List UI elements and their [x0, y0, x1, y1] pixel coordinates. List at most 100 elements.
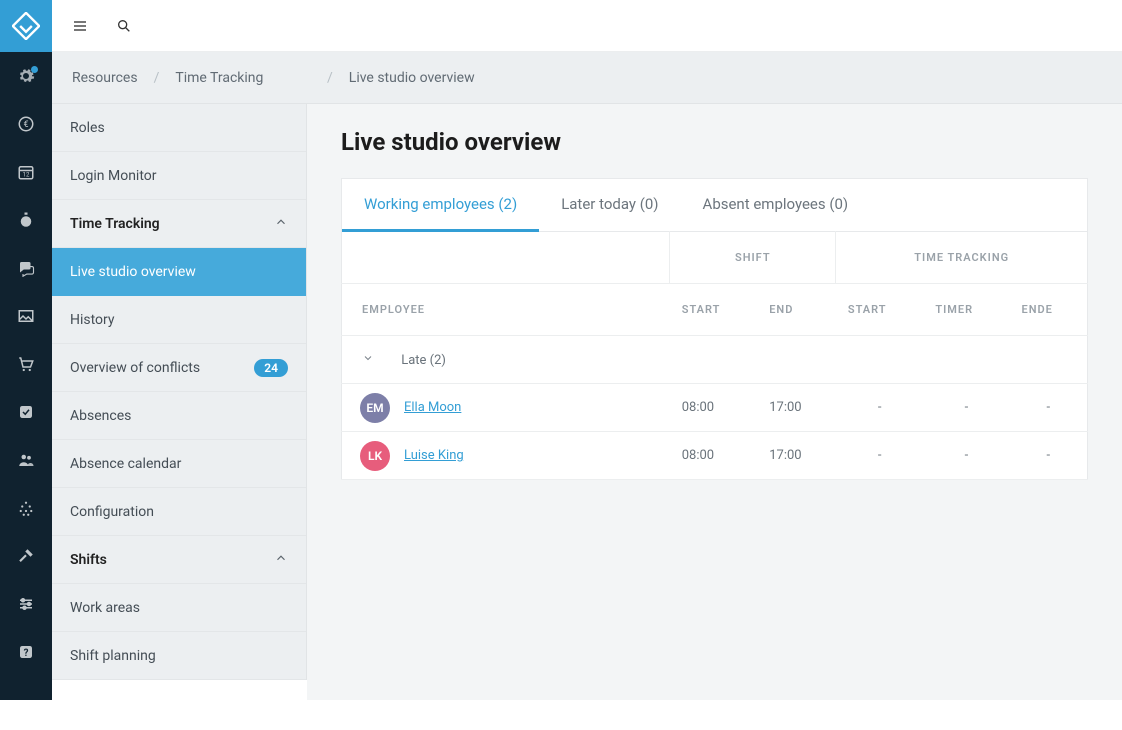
search-icon	[116, 18, 132, 34]
sidebar-item-label: Overview of conflicts	[70, 360, 200, 376]
col-shift-end: END	[757, 284, 836, 336]
cell-track-end: -	[1010, 384, 1088, 432]
tab-absent-employees-[interactable]: Absent employees (0)	[681, 179, 871, 231]
rail-item-calendar[interactable]: 12	[0, 148, 52, 196]
rail-item-network[interactable]	[0, 484, 52, 532]
sidebar-item-label: Absences	[70, 408, 131, 424]
rail-item-check[interactable]	[0, 388, 52, 436]
cell-track-end: -	[1010, 432, 1088, 480]
stopwatch-icon	[17, 211, 35, 229]
sidebar-item-roles[interactable]: Roles	[52, 104, 306, 152]
avatar: EM	[360, 393, 390, 423]
sidebar-item-login-monitor[interactable]: Login Monitor	[52, 152, 306, 200]
check-square-icon	[17, 403, 35, 421]
cell-track-timer: -	[923, 384, 1009, 432]
col-group-shift: SHIFT	[670, 232, 836, 284]
sidebar-item-shift-planning[interactable]: Shift planning	[52, 632, 306, 680]
col-group-tracking: TIME TRACKING	[836, 232, 1088, 284]
breadcrumb-current: Live studio overview	[349, 70, 475, 86]
gavel-icon	[17, 547, 35, 565]
cell-shift-start: 08:00	[670, 384, 757, 432]
sidebar-item-label: Shift planning	[70, 648, 156, 664]
rail-item-stopwatch[interactable]	[0, 196, 52, 244]
sidebar-item-label: Live studio overview	[70, 264, 196, 280]
rail-item-euro[interactable]: €	[0, 100, 52, 148]
sidebar-item-label: History	[70, 312, 115, 328]
sidebar: Roles Login Monitor Time Tracking Live stud…	[52, 104, 307, 680]
sidebar-item-label: Roles	[70, 120, 105, 136]
hamburger-icon	[72, 18, 88, 34]
rail-item-cart[interactable]	[0, 340, 52, 388]
breadcrumb-sep: /	[154, 70, 160, 86]
sidebar-item-label: Configuration	[70, 504, 154, 520]
chevron-up-icon	[274, 551, 288, 569]
table-row: LKLuise King08:0017:00---	[342, 432, 1088, 480]
employee-table: SHIFT TIME TRACKING EMPLOYEE START END S…	[341, 231, 1088, 480]
calendar-icon: 12	[17, 163, 35, 181]
tab-later-today-[interactable]: Later today (0)	[539, 179, 680, 231]
chevron-down-icon	[362, 352, 374, 368]
sidebar-item-history[interactable]: History	[52, 296, 306, 344]
cell-shift-start: 08:00	[670, 432, 757, 480]
chat-icon	[17, 259, 35, 277]
rail-item-image[interactable]	[0, 292, 52, 340]
breadcrumb-left: Resources / Time Tracking	[52, 52, 307, 104]
sidebar-item-label: Work areas	[70, 600, 140, 616]
tab-working-employees-[interactable]: Working employees (2)	[342, 179, 539, 232]
cell-shift-end: 17:00	[757, 384, 836, 432]
notification-dot	[31, 66, 38, 73]
menu-toggle-button[interactable]	[72, 18, 88, 34]
section-label: Late (2)	[401, 353, 446, 368]
page-title: Live studio overview	[341, 128, 1088, 156]
logo-diamond-icon	[12, 12, 40, 40]
sidebar-item-configuration[interactable]: Configuration	[52, 488, 306, 536]
breadcrumb-sep: /	[327, 70, 333, 86]
sidebar-item-time-tracking[interactable]: Time Tracking	[52, 200, 306, 248]
breadcrumb-right: / Live studio overview	[307, 52, 1122, 104]
network-icon	[17, 499, 35, 517]
sidebar-item-work-areas[interactable]: Work areas	[52, 584, 306, 632]
sidebar-item-label: Shifts	[70, 552, 107, 568]
rail-item-help[interactable]: ?	[0, 628, 52, 676]
chevron-up-icon	[274, 215, 288, 233]
employee-link[interactable]: Ella Moon	[404, 400, 461, 415]
sidebar-badge: 24	[254, 359, 288, 377]
sidebar-item-label: Time Tracking	[70, 216, 160, 232]
rail-item-gear[interactable]	[0, 52, 52, 100]
svg-text:?: ?	[24, 648, 29, 659]
col-track-start: START	[836, 284, 923, 336]
rail-item-chat[interactable]	[0, 244, 52, 292]
employee-link[interactable]: Luise King	[404, 448, 464, 463]
sidebar-item-absences[interactable]: Absences	[52, 392, 306, 440]
sidebar-item-overview-of-conflicts[interactable]: Overview of conflicts 24	[52, 344, 306, 392]
icon-rail: € 12 ?	[0, 0, 52, 700]
image-icon	[17, 307, 35, 325]
rail-item-users[interactable]	[0, 436, 52, 484]
cell-track-timer: -	[923, 432, 1009, 480]
users-icon	[17, 451, 35, 469]
col-track-timer: TIMER	[923, 284, 1009, 336]
tabs: Working employees (2)Later today (0)Abse…	[341, 178, 1088, 231]
breadcrumb-resources[interactable]: Resources	[72, 70, 138, 86]
help-icon: ?	[17, 643, 35, 661]
col-shift-start: START	[670, 284, 757, 336]
breadcrumb-timetracking[interactable]: Time Tracking	[175, 70, 263, 86]
sidebar-item-label: Login Monitor	[70, 168, 157, 184]
app-logo[interactable]	[0, 0, 52, 52]
svg-text:€: €	[23, 120, 28, 130]
sidebar-item-shifts[interactable]: Shifts	[52, 536, 306, 584]
euro-icon: €	[17, 115, 35, 133]
rail-item-hammer[interactable]	[0, 532, 52, 580]
search-button[interactable]	[116, 18, 132, 34]
cart-icon	[17, 355, 35, 373]
rail-item-sliders[interactable]	[0, 580, 52, 628]
cell-track-start: -	[836, 384, 923, 432]
sidebar-item-live-studio-overview[interactable]: Live studio overview	[52, 248, 306, 296]
sliders-icon	[17, 595, 35, 613]
col-employee: EMPLOYEE	[342, 284, 670, 336]
table-section-row[interactable]: Late (2)	[342, 336, 1088, 384]
topbar	[52, 0, 1122, 52]
svg-text:12: 12	[23, 172, 30, 179]
col-track-end: ENDE	[1010, 284, 1088, 336]
sidebar-item-absence-calendar[interactable]: Absence calendar	[52, 440, 306, 488]
